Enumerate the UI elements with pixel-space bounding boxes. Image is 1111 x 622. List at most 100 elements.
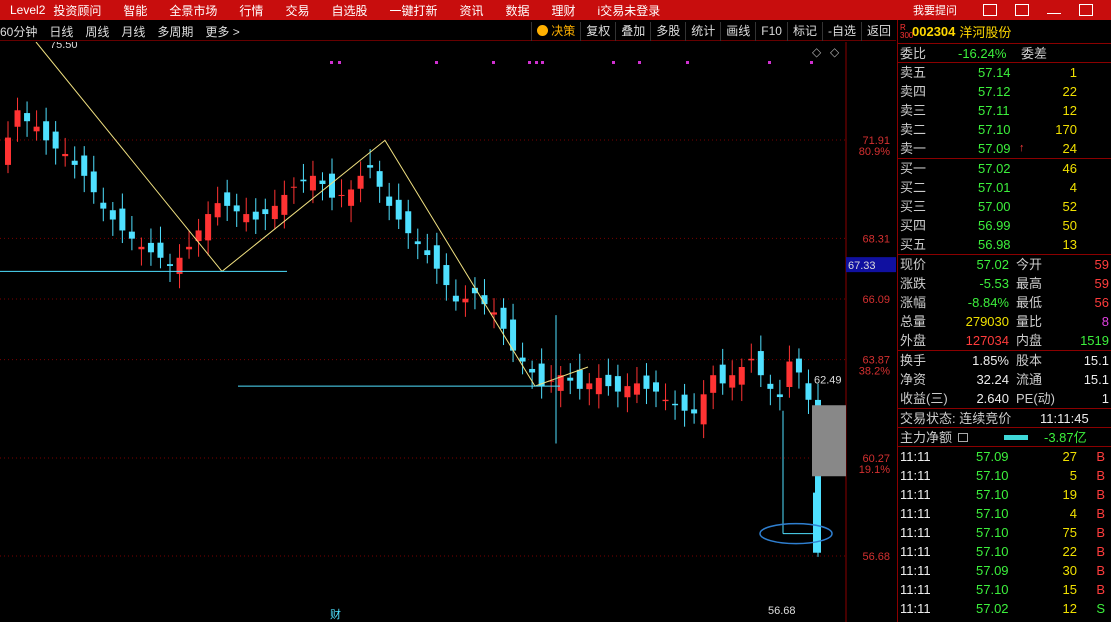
tool-button-0[interactable]: 决策 — [531, 22, 580, 41]
period-tab-5[interactable]: 更多 > — [205, 23, 239, 40]
tick-row-5: 11:11 57.10 22 B — [898, 542, 1111, 561]
menu-item-5[interactable]: 自选股 — [331, 2, 367, 19]
tick-side: B — [1096, 563, 1105, 578]
candle-body — [271, 205, 278, 220]
menu-item-4[interactable]: 交易 — [285, 2, 309, 19]
level2-logo[interactable]: Level2 — [0, 3, 53, 17]
menu-item-9[interactable]: 理财 — [552, 2, 576, 19]
candle-body — [576, 369, 583, 389]
sell-row-0[interactable]: 卖五 57.14 1 — [898, 63, 1111, 82]
period-tab-3[interactable]: 月线 — [121, 23, 145, 40]
tool-button-8[interactable]: -自选 — [821, 22, 861, 41]
candle-body — [348, 189, 355, 206]
candle-body — [776, 394, 783, 398]
menu-item-2[interactable]: 全景市场 — [169, 2, 217, 19]
period-tab-4[interactable]: 多周期 — [157, 23, 193, 40]
stats-row-1: 涨跌 -5.53 最高 59 — [898, 274, 1111, 293]
sell-row-1[interactable]: 卖四 57.12 22 — [898, 82, 1111, 101]
buy-row-3[interactable]: 买四 56.99 50 — [898, 216, 1111, 235]
period-tab-2[interactable]: 周线 — [85, 23, 109, 40]
sell-price: 57.14 — [978, 65, 1011, 80]
zhuli-row: 主力净额 -3.87亿 — [898, 428, 1111, 447]
candle-body — [281, 194, 288, 215]
candle-body — [567, 377, 574, 381]
menu-item-6[interactable]: 一键打新 — [389, 2, 437, 19]
menu-item-7[interactable]: 资讯 — [459, 2, 483, 19]
sell-row-2[interactable]: 卖三 57.11 12 — [898, 101, 1111, 120]
tool-button-1[interactable]: 复权 — [580, 22, 615, 41]
stock-name[interactable]: 洋河股份 — [959, 22, 1011, 41]
maximize-icon[interactable] — [1079, 4, 1093, 16]
finance-marker[interactable]: 财 — [330, 607, 341, 621]
menu-item-8[interactable]: 数据 — [506, 2, 530, 19]
buy-row-2[interactable]: 买三 57.00 52 — [898, 197, 1111, 216]
stats2-label-a: 收益(三) — [900, 391, 948, 406]
buy-volume: 52 — [1062, 199, 1077, 214]
candle-body — [81, 155, 88, 176]
candle-body — [33, 126, 40, 132]
stats-value-a: 57.02 — [976, 257, 1009, 272]
y-tick-label: 68.31 — [862, 233, 890, 245]
menu-item-0[interactable]: 投资顾问 — [53, 2, 101, 19]
stats2-row-1: 净资 32.24 流通 15.1 — [898, 370, 1111, 389]
stats-value-a: -5.53 — [979, 276, 1009, 291]
settings-icon[interactable]: ◇ — [830, 45, 840, 59]
sell-row-4[interactable]: 卖一 57.09 24 ↑ — [898, 139, 1111, 158]
signal-dot — [686, 61, 689, 64]
candle-body — [214, 203, 221, 218]
zhuli-menu-icon[interactable] — [958, 433, 968, 442]
tick-side: B — [1096, 468, 1105, 483]
buy-row-1[interactable]: 买二 57.01 4 — [898, 178, 1111, 197]
tool-button-2[interactable]: 叠加 — [615, 22, 650, 41]
candle-body — [691, 409, 698, 414]
weibi-row: 委比 -16.24% 委差 — [898, 44, 1111, 63]
y-pct-label: 38.2% — [859, 366, 890, 378]
candle-body — [653, 382, 659, 392]
stock-code[interactable]: 002304 — [912, 24, 955, 39]
tool-button-6[interactable]: F10 — [755, 22, 787, 41]
tick-time: 11:11 — [900, 487, 931, 502]
candle-body — [529, 368, 536, 373]
candle-body — [813, 492, 821, 553]
sell-row-3[interactable]: 卖二 57.10 170 — [898, 120, 1111, 139]
tick-list[interactable]: 11:11 57.09 27 B 11:11 57.10 5 B 11:11 57.10 19 B 11… — [898, 447, 1111, 618]
tool-button-9[interactable]: 返回 — [860, 22, 896, 41]
candle-body — [52, 131, 59, 149]
buy-row-4[interactable]: 买五 56.98 13 — [898, 235, 1111, 254]
candle-body — [329, 173, 335, 198]
candle-body — [719, 364, 726, 384]
tool-button-5[interactable]: 画线 — [720, 22, 755, 41]
main-menu: 投资顾问 智能 全景市场 行情 交易 自选股 一键打新 资讯 数据 理财 i交易未登录 — [53, 2, 682, 19]
minimize-icon[interactable] — [1047, 6, 1061, 14]
tool-button-4[interactable]: 统计 — [685, 22, 720, 41]
sell-price: 57.11 — [978, 103, 1010, 118]
cube-icon[interactable] — [983, 4, 997, 16]
tick-time: 11:11 — [900, 563, 931, 578]
period-tab-0[interactable]: 60分钟 — [0, 23, 37, 40]
tool-button-7[interactable]: 标记 — [786, 22, 822, 41]
buy-label: 买一 — [900, 161, 927, 176]
buy-row-0[interactable]: 买一 57.02 46 — [898, 159, 1111, 178]
low-label: 56.68 — [768, 605, 796, 617]
menu-item-10[interactable]: i交易未登录 — [598, 2, 661, 19]
tick-price: 57.10 — [976, 525, 1009, 540]
period-tab-1[interactable]: 日线 — [49, 23, 73, 40]
candle-body — [367, 165, 374, 168]
stats2-label-b: 流通 — [1016, 372, 1043, 387]
stats2-row-2: 收益(三) 2.640 PE(动) 1 — [898, 389, 1111, 408]
stats-label-b: 最低 — [1016, 295, 1043, 310]
candle-body — [452, 295, 459, 302]
tool-button-3[interactable]: 多股 — [650, 22, 685, 41]
shirt-icon[interactable] — [1015, 4, 1029, 16]
sell-label: 卖二 — [900, 122, 927, 137]
stats2-value-a: 32.24 — [976, 372, 1009, 387]
candle-body — [357, 175, 364, 189]
diamond-icon[interactable]: ◇ — [812, 45, 822, 59]
ask-question-link[interactable]: 我要提问 — [913, 2, 957, 18]
stats-row-0: 现价 57.02 今开 59 — [898, 255, 1111, 274]
tick-time: 11:11 — [900, 449, 931, 464]
wave-line — [35, 42, 589, 387]
candlestick-chart[interactable]: 71.9180.9%68.3166.0963.8738.2%60.2719.1%… — [0, 42, 896, 622]
menu-item-3[interactable]: 行情 — [239, 2, 263, 19]
menu-item-1[interactable]: 智能 — [123, 2, 147, 19]
